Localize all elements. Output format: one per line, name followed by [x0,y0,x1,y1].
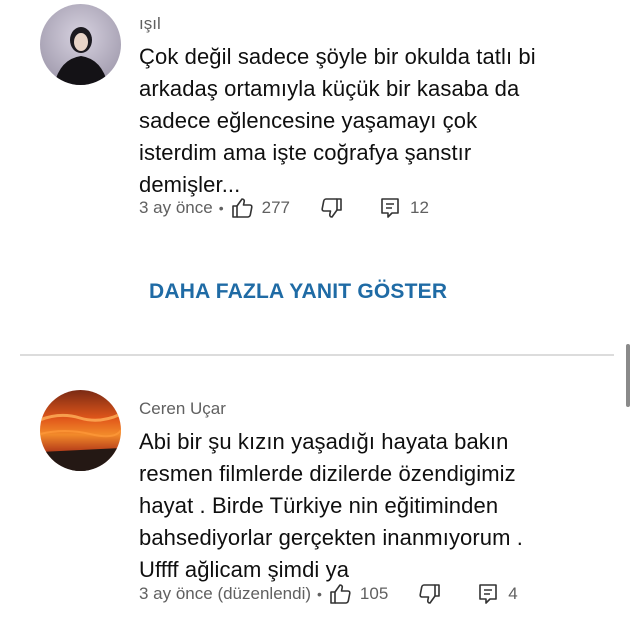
thumb-down-icon[interactable] [320,196,344,220]
comment-actions: 3 ay önce (düzenlendi) • 105 4 [139,582,518,606]
avatar[interactable] [40,4,121,85]
avatar[interactable] [40,390,121,471]
scrollbar[interactable] [626,344,630,407]
thumb-up-icon[interactable] [328,582,352,606]
comment-timestamp: 3 ay önce [139,198,213,217]
reply-count[interactable]: 12 [410,198,429,218]
separator-dot: • [317,586,322,602]
thumb-up-icon[interactable] [230,196,254,220]
comment-text: Abi bir şu kızın yaşadığı hayata bakın r… [139,429,523,582]
comment-text: Çok değil sadece şöyle bir okulda tatlı … [139,44,536,197]
reply-count[interactable]: 4 [508,584,517,604]
like-count: 277 [261,198,291,217]
like-count: 105 [359,584,389,603]
comment-actions: 3 ay önce • 277 12 [139,196,429,220]
comment-author[interactable]: Ceren Uçar [139,399,226,419]
reply-icon[interactable] [378,196,402,220]
thumb-down-icon[interactable] [418,582,442,606]
comment-author[interactable]: ışıl [139,14,161,34]
separator-dot: • [218,200,224,216]
reply-icon[interactable] [476,582,500,606]
divider [20,354,614,356]
comment-timestamp: 3 ay önce (düzenlendi) [139,584,312,603]
show-more-replies-button[interactable]: DAHA FAZLA YANIT GÖSTER [149,280,447,304]
